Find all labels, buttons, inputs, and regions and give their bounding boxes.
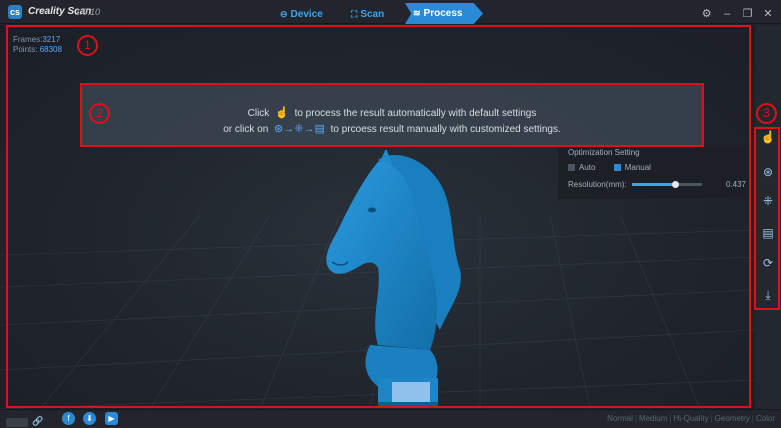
device-battery-icon <box>6 418 28 428</box>
hint-line-2: or click on ⊛→⁜→▤ to prcoess result manu… <box>82 122 702 135</box>
scan-stats: Frames:3217 Points: 68308 <box>13 35 62 55</box>
resolution-value: 0.437 <box>725 180 746 189</box>
manual-checkbox[interactable]: Manual <box>613 163 651 172</box>
process-icon: ≋ <box>413 8 421 18</box>
mode-normal[interactable]: Normal <box>607 414 633 423</box>
frames-value: 3217 <box>42 35 61 44</box>
title-bar: cs Creality Scan 1.0.10 ⊖ Device ⛶ Scan ≋ P… <box>0 0 781 24</box>
download-icon[interactable]: ⬇ <box>83 412 96 425</box>
quality-mode-selector: Normal | Medium | Hi-Quality | Geometry | Color <box>607 414 775 423</box>
manual-checkbox-box[interactable] <box>613 164 621 172</box>
points-label: Points: <box>13 45 38 54</box>
one-click-process-button[interactable]: ☝ <box>757 127 779 147</box>
restore-button[interactable]: ❐ <box>741 6 755 22</box>
optimization-title: Optimization Setting <box>568 148 640 157</box>
app-version: 1.0.10 <box>75 7 101 17</box>
annotation-marker-3: 3 <box>756 103 777 124</box>
tab-process-label: Process <box>423 8 463 19</box>
separator: | <box>634 414 637 423</box>
window-controls: ⚙ – ❐ ✕ <box>698 4 775 20</box>
scanned-horse-model[interactable] <box>320 150 470 409</box>
resolution-slider-fill <box>632 183 676 186</box>
auto-checkbox[interactable]: Auto <box>568 163 595 172</box>
annotation-marker-2: 2 <box>89 103 110 124</box>
process-hint-banner: Click ☝ to process the result automatica… <box>82 84 702 145</box>
process-toolbar: ☝ ⊛ ⁜ ▤ ⟳ ⤓ <box>755 25 781 409</box>
resolution-label: Resolution(mm): <box>568 180 627 189</box>
status-bar: 🔗 f ⬇ ▶ Normal | Medium | Hi-Quality | Geometr… <box>0 409 781 428</box>
tab-scan-label: Scan <box>360 9 385 20</box>
auto-label: Auto <box>579 163 596 172</box>
frames-label: Frames: <box>13 35 43 44</box>
manual-steps-icons: ⊛→⁜→▤ <box>274 123 325 135</box>
wrap-button[interactable]: ⊛ <box>757 162 779 182</box>
video-icon[interactable]: ▶ <box>105 412 118 425</box>
mode-geometry[interactable]: Geometry <box>715 414 750 423</box>
export-button[interactable]: ⤓ <box>757 285 779 305</box>
refresh-button[interactable]: ⟳ <box>757 253 779 273</box>
mode-color[interactable]: Color <box>756 414 775 423</box>
texture-button[interactable]: ▤ <box>757 223 779 243</box>
resolution-slider-handle[interactable] <box>672 181 680 188</box>
close-button[interactable]: ✕ <box>761 6 775 22</box>
mesh-button[interactable]: ⁜ <box>757 191 779 211</box>
optimization-setting-panel: Optimization Setting Auto Manual Resolut… <box>558 145 752 199</box>
facebook-icon[interactable]: f <box>62 412 75 425</box>
settings-icon[interactable]: ⚙ <box>700 6 714 22</box>
manual-label: Manual <box>624 163 651 172</box>
separator: | <box>710 414 713 423</box>
connection-link-icon: 🔗 <box>32 416 44 427</box>
separator: | <box>751 414 754 423</box>
device-icon: ⊖ <box>280 9 288 19</box>
one-click-process-icon: ☝ <box>275 107 289 119</box>
resolution-slider[interactable] <box>632 181 702 188</box>
minimize-button[interactable]: – <box>720 6 734 22</box>
scan-icon: ⛶ <box>351 9 358 19</box>
separator: | <box>669 414 672 423</box>
mode-hi-quality[interactable]: Hi-Quality <box>673 414 708 423</box>
tab-process[interactable]: ≋ Process <box>405 3 483 24</box>
hint-click-text: Click <box>247 108 270 119</box>
auto-checkbox-box[interactable] <box>568 164 575 172</box>
annotation-marker-1: 1 <box>77 35 98 56</box>
3d-viewport[interactable]: Frames:3217 Points: 68308 Click ☝ to pro… <box>0 25 755 409</box>
mode-medium[interactable]: Medium <box>639 414 667 423</box>
points-value: 68308 <box>39 45 62 54</box>
device-status: 🔗 <box>6 413 44 428</box>
creality-logo-icon: cs <box>8 5 22 19</box>
hint-auto-text: to process the result automatically with… <box>294 108 537 119</box>
hint-manual-text: to prcoess result manually with customiz… <box>330 124 561 135</box>
hint-click-on-text: or click on <box>223 124 269 135</box>
tab-device-label: Device <box>290 9 323 20</box>
app-window: cs Creality Scan 1.0.10 ⊖ Device ⛶ Scan ≋ P… <box>0 0 781 428</box>
tab-device[interactable]: ⊖ Device <box>280 4 323 24</box>
tab-scan[interactable]: ⛶ Scan <box>351 4 384 24</box>
hint-line-1: Click ☝ to process the result automatica… <box>82 106 702 119</box>
optimization-mode-row: Auto Manual <box>568 163 651 172</box>
